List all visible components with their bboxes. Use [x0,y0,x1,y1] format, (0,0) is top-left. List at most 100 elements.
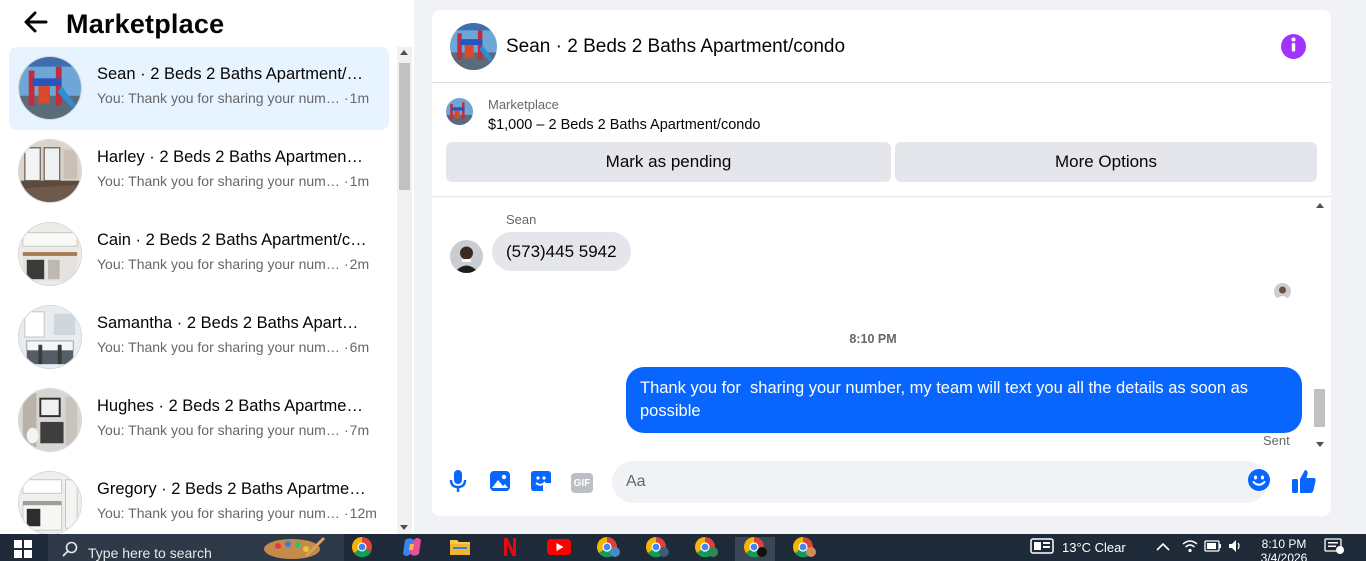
message-input[interactable] [612,461,1267,503]
scroll-down-arrow-icon[interactable] [1316,442,1324,447]
volume-button[interactable] [1228,534,1244,561]
sender-name: Sean [506,212,537,227]
netflix-icon [503,537,517,561]
scrollbar-thumb[interactable] [1314,389,1325,427]
conversation-name: Sean · 2 Beds 2 Baths Apartment/condo [97,65,367,83]
conversation-item-sean[interactable]: Sean · 2 Beds 2 Baths Apartment/condo Yo… [9,47,389,130]
listing-thumbnail [18,388,82,452]
chat-header: Sean · 2 Beds 2 Baths Apartment/condo [432,10,1331,83]
preview-text: You: Thank you for sharing your number, … [97,173,343,189]
separator-dot: · [344,422,349,438]
conversation-name: Samantha · 2 Beds 2 Baths Apartment/cond… [97,314,367,332]
search-highlight-palette-icon [262,536,326,561]
chat-title[interactable]: Sean · 2 Beds 2 Baths Apartment/condo [506,36,845,58]
taskbar-app-youtube[interactable] [539,537,579,561]
show-hidden-icons-button[interactable] [1156,534,1170,561]
taskbar-app-chrome-profile[interactable] [784,536,824,561]
emoji-button[interactable] [1245,468,1273,496]
listing-title[interactable]: $1,000 – 2 Beds 2 Baths Apartment/condo [488,117,760,133]
conversation-preview: You: Thank you for sharing your number, … [97,90,377,106]
notifications-button[interactable] [1324,534,1344,561]
clock-time: 8:10 PM [1261,537,1307,551]
conversation-item-samantha[interactable]: Samantha · 2 Beds 2 Baths Apartment/cond… [9,296,389,379]
taskbar-search-box[interactable]: Type here to search [48,534,344,561]
incoming-message[interactable]: (573)445 5942 [492,232,631,271]
send-like-button[interactable] [1291,468,1317,499]
scroll-up-arrow-icon[interactable] [1316,203,1324,208]
preview-time: 2m [349,256,370,272]
chat-panel: Sean · 2 Beds 2 Baths Apartment/condo Ma… [432,10,1331,516]
network-button[interactable] [1182,534,1198,561]
thumbs-up-icon [1291,468,1317,499]
wifi-icon [1182,539,1198,556]
thread-scrollbar[interactable] [1312,197,1327,453]
taskbar-app-copilot[interactable] [392,537,432,561]
sender-avatar[interactable] [450,240,483,273]
scroll-down-arrow-icon[interactable] [400,525,408,530]
attach-media-button[interactable] [487,470,513,496]
conversation-item-gregory[interactable]: Gregory · 2 Beds 2 Baths Apartment/condo… [9,462,389,534]
sticker-button[interactable] [528,470,554,496]
chrome-icon [351,536,373,561]
preview-time: 6m [349,339,370,355]
image-icon [489,470,511,497]
scrollbar-thumb[interactable] [399,63,410,190]
conversation-item-hughes[interactable]: Hughes · 2 Beds 2 Baths Apartment/condo … [9,379,389,462]
windows-taskbar: Type here to search 13°C Clear 8:10 PM 3… [0,534,1366,561]
mark-as-pending-button[interactable]: Mark as pending [446,142,891,182]
sticker-icon [530,470,552,497]
taskbar-app-chrome-profile[interactable] [735,536,775,561]
preview-text: You: Thank you for sharing your number, … [97,339,343,355]
conversation-list: Sean · 2 Beds 2 Baths Apartment/condo Yo… [9,47,389,534]
conversation-preview: You: Thank you for sharing your number, … [97,505,377,521]
conversation-name: Harley · 2 Beds 2 Baths Apartment/condo [97,148,367,166]
weather-widget[interactable]: 13°C Clear [1030,534,1126,561]
taskbar-app-chrome[interactable] [342,536,382,561]
start-button[interactable] [14,540,32,558]
chrome-profile-icon [694,536,718,561]
chrome-profile-icon [743,536,767,561]
preview-time: 1m [349,90,370,106]
listing-thumbnail [18,56,82,120]
taskbar-app-netflix[interactable] [490,537,530,561]
conversation-item-harley[interactable]: Harley · 2 Beds 2 Baths Apartment/condo … [9,130,389,213]
conversation-name: Cain · 2 Beds 2 Baths Apartment/condo [97,231,367,249]
conversation-preview: You: Thank you for sharing your number, … [97,173,377,189]
sidebar-header: Marketplace [22,6,224,42]
gif-button[interactable]: GIF [569,470,595,496]
voice-clip-button[interactable] [445,469,471,496]
gif-icon: GIF [571,473,593,493]
battery-icon [1204,540,1222,555]
separator-dot: · [344,90,349,106]
listing-thumbnail[interactable] [446,98,473,125]
taskbar-app-chrome-profile[interactable] [588,536,628,561]
listing-thumbnail [18,222,82,286]
notification-icon [1324,538,1344,557]
outgoing-message[interactable]: Thank you for sharing your number, my te… [626,367,1302,433]
sidebar-scrollbar[interactable] [397,47,412,534]
conversation-name: Gregory · 2 Beds 2 Baths Apartment/condo [97,480,367,498]
taskbar-app-file-explorer[interactable] [440,537,480,561]
conversation-name: Hughes · 2 Beds 2 Baths Apartment/condo [97,397,367,415]
conversation-item-cain[interactable]: Cain · 2 Beds 2 Baths Apartment/condo Yo… [9,213,389,296]
conversation-preview: You: Thank you for sharing your number, … [97,339,377,355]
chat-avatar[interactable] [450,23,497,70]
scroll-up-arrow-icon[interactable] [400,50,408,55]
conversation-sidebar: Marketplace Sean · 2 Beds 2 Baths Apartm… [0,0,414,534]
taskbar-clock[interactable]: 8:10 PM 3/4/2026 [1258,537,1310,561]
taskbar-app-chrome-profile[interactable] [637,536,677,561]
chrome-profile-icon [596,536,620,561]
back-button[interactable] [22,10,50,38]
separator-dot: · [344,505,349,521]
chrome-profile-icon [645,536,669,561]
search-placeholder: Type here to search [88,545,212,561]
separator-dot: · [344,173,349,189]
sidebar-title: Marketplace [66,8,225,39]
listing-source: Marketplace [488,97,559,112]
battery-button[interactable] [1204,534,1222,561]
taskbar-app-chrome-profile[interactable] [686,536,726,561]
chevron-up-icon [1156,540,1170,555]
preview-time: 12m [349,505,377,521]
more-options-button[interactable]: More Options [895,142,1317,182]
conversation-info-button[interactable] [1281,34,1306,59]
